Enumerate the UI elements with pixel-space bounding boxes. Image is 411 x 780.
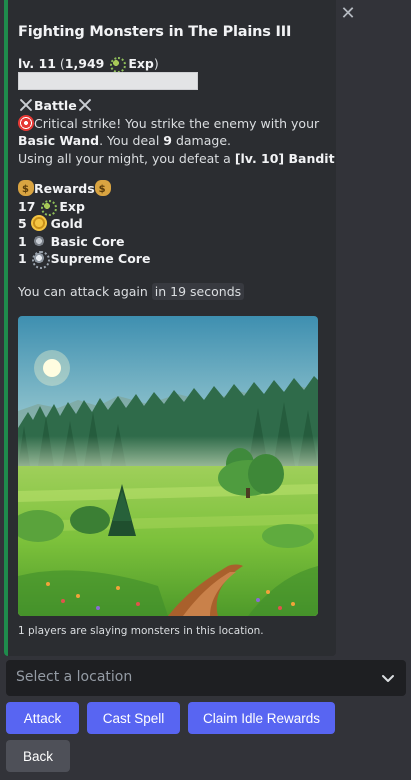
cooldown-text: You can attack again <box>18 284 148 299</box>
reward-qty: 1 <box>18 251 27 266</box>
level-label: lv. 11 <box>18 56 56 71</box>
reward-item: 5 Gold <box>18 215 150 233</box>
target-icon <box>18 114 34 131</box>
cast-spell-button[interactable]: Cast Spell <box>87 702 180 734</box>
level-exp-label: Exp <box>128 56 154 71</box>
reward-item: 1 Basic Core <box>18 232 150 251</box>
reward-name: Gold <box>50 216 83 231</box>
reward-qty: 17 <box>18 198 36 214</box>
location-select-placeholder: Select a location <box>16 669 133 685</box>
money-bag-icon <box>94 180 111 199</box>
weapon-name: Basic Wand <box>18 133 100 148</box>
level-exp-value: 1,949 <box>64 56 105 71</box>
rewards-section: Rewards 17 Exp 5 Gold 1 Basic Core 1 Sup… <box>18 180 151 269</box>
plains-landscape-image <box>18 316 318 616</box>
attack-button[interactable]: Attack <box>6 702 79 734</box>
battle-line2-end: damage. <box>171 133 231 148</box>
embed-title: Fighting Monsters in The Plains III <box>18 24 292 40</box>
reward-item: 17 Exp <box>18 197 150 216</box>
location-image <box>18 316 318 616</box>
claim-idle-rewards-button[interactable]: Claim Idle Rewards <box>188 702 335 734</box>
battle-header: Battle <box>34 98 77 113</box>
level-line: lv. 11 (1,949 Exp) <box>18 55 159 73</box>
battle-line3: Using all your might, you defeat a <box>18 150 235 166</box>
exp-progress-bar <box>18 72 198 90</box>
exp-icon <box>108 55 127 73</box>
embed-footer: 1 players are slaying monsters in this l… <box>18 625 264 637</box>
rewards-header: Rewards <box>34 181 95 196</box>
supreme-core-icon <box>30 250 50 269</box>
level-paren-close: ) <box>153 56 159 71</box>
reward-name: Basic Core <box>50 233 125 249</box>
reward-name: Exp <box>59 198 85 214</box>
exp-icon <box>39 197 58 216</box>
enemy-name: [lv. 10] Bandit <box>234 150 335 166</box>
reward-qty: 1 <box>18 233 27 249</box>
battle-line1: Critical strike! You strike the enemy wi… <box>34 115 320 131</box>
close-icon[interactable]: ✕ <box>339 5 357 23</box>
battle-section: Battle Critical strike! You strike the e… <box>18 97 335 167</box>
damage-value: 9 <box>163 133 172 148</box>
battle-line2-mid: . You deal <box>99 133 164 148</box>
basic-core-icon <box>30 232 47 249</box>
crossed-swords-icon <box>18 97 34 113</box>
reward-item: 1 Supreme Core <box>18 250 151 269</box>
crossed-swords-icon <box>77 97 93 113</box>
chevron-down-icon <box>382 675 394 682</box>
gold-coin-icon <box>30 215 47 231</box>
cooldown-line: You can attack again in 19 seconds <box>18 283 245 301</box>
money-bag-icon <box>18 180 34 199</box>
cooldown-timer: in 19 seconds <box>151 283 245 300</box>
reward-qty: 5 <box>18 216 27 231</box>
back-button[interactable]: Back <box>6 740 70 772</box>
reward-name: Supreme Core <box>50 251 151 266</box>
location-select[interactable]: Select a location <box>6 660 406 696</box>
